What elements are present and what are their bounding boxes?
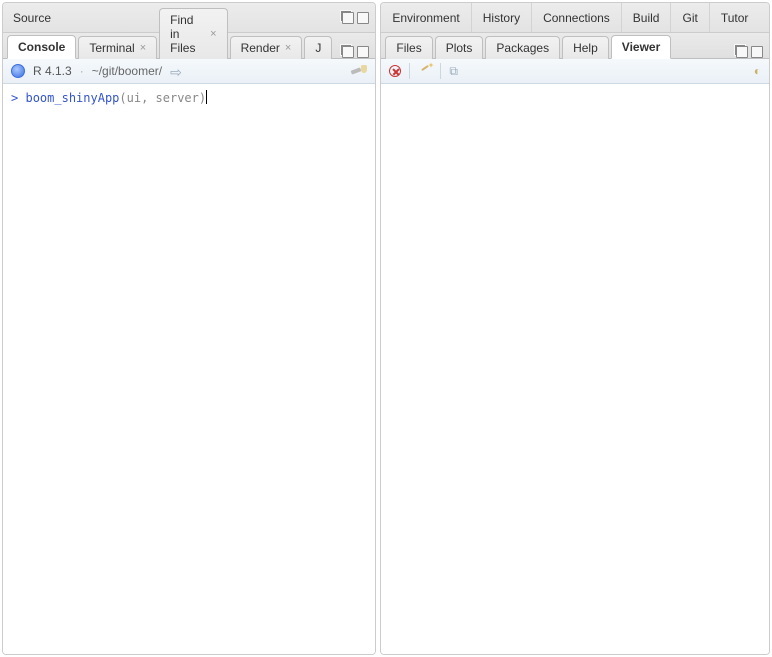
console-info-bar: R 4.1.3 · ~/git/boomer/ ⇨	[3, 59, 375, 84]
maximize-icon[interactable]	[357, 46, 369, 58]
tab-label: Console	[18, 40, 65, 54]
toolbar-divider	[440, 63, 441, 79]
console-output[interactable]: > boom_shinyApp(ui, server)	[3, 84, 375, 654]
upper-right-tabs: Environment History Connections Build Gi…	[381, 3, 769, 33]
tab-tutorial-truncated[interactable]: Tutor	[710, 3, 760, 32]
maximize-icon[interactable]	[751, 46, 763, 58]
close-icon[interactable]: ×	[210, 29, 216, 40]
tab-jobs-truncated[interactable]: J	[304, 36, 332, 59]
restore-icon[interactable]	[342, 46, 354, 58]
clear-console-icon[interactable]	[351, 65, 367, 77]
paren-open: (	[119, 91, 126, 105]
tab-help[interactable]: Help	[562, 36, 609, 59]
separator-dot: ·	[80, 64, 84, 78]
close-icon[interactable]: ×	[285, 43, 291, 54]
tab-viewer[interactable]: Viewer	[611, 35, 671, 59]
console-call-func: boom_shinyApp	[25, 91, 119, 105]
source-pane-title: Source	[9, 11, 55, 25]
lower-right-tabstrip: Files Plots Packages Help Viewer	[381, 33, 769, 59]
right-pane: Environment History Connections Build Gi…	[380, 2, 770, 655]
text-cursor	[206, 90, 207, 104]
tab-label: Find in Files	[170, 13, 205, 55]
restore-icon[interactable]	[342, 12, 354, 24]
sync-icon[interactable]: ◐	[754, 64, 761, 78]
left-pane: Source Console Terminal × Find in Files …	[2, 2, 376, 655]
tab-console[interactable]: Console	[7, 35, 76, 59]
tab-find-in-files[interactable]: Find in Files ×	[159, 8, 227, 59]
clear-viewer-icon[interactable]	[418, 65, 432, 77]
go-to-dir-icon[interactable]: ⇨	[170, 64, 182, 81]
working-directory[interactable]: ~/git/boomer/	[92, 64, 162, 78]
popout-icon[interactable]: ⧉	[449, 64, 458, 79]
console-call-args: ui, server	[127, 91, 199, 105]
tab-git[interactable]: Git	[671, 3, 709, 32]
tab-label: J	[315, 41, 321, 55]
r-version-label: R 4.1.3	[33, 64, 72, 78]
paren-close: )	[199, 91, 206, 105]
viewer-content	[381, 84, 769, 654]
stop-icon[interactable]	[389, 65, 401, 77]
toolbar-divider	[409, 63, 410, 79]
tab-connections[interactable]: Connections	[532, 3, 622, 32]
tab-render[interactable]: Render ×	[230, 36, 303, 59]
viewer-window-controls[interactable]	[734, 46, 763, 58]
tab-label: Render	[241, 41, 280, 55]
rstudio-window: Source Console Terminal × Find in Files …	[0, 0, 772, 657]
tab-environment[interactable]: Environment	[381, 3, 471, 32]
maximize-icon[interactable]	[357, 12, 369, 24]
tab-label: Terminal	[89, 41, 134, 55]
tab-terminal[interactable]: Terminal ×	[78, 36, 157, 59]
tab-packages[interactable]: Packages	[485, 36, 560, 59]
r-logo-icon	[11, 64, 25, 78]
tab-build[interactable]: Build	[622, 3, 672, 32]
prompt-symbol: >	[11, 91, 18, 105]
console-window-controls[interactable]	[340, 46, 369, 58]
restore-icon[interactable]	[736, 46, 748, 58]
source-window-controls[interactable]	[340, 12, 369, 24]
tab-files[interactable]: Files	[385, 36, 432, 59]
tab-history[interactable]: History	[472, 3, 532, 32]
console-tabstrip: Console Terminal × Find in Files × Rende…	[3, 33, 375, 59]
viewer-toolbar: ⧉ ◐	[381, 59, 769, 84]
close-icon[interactable]: ×	[140, 43, 146, 54]
tab-plots[interactable]: Plots	[435, 36, 484, 59]
